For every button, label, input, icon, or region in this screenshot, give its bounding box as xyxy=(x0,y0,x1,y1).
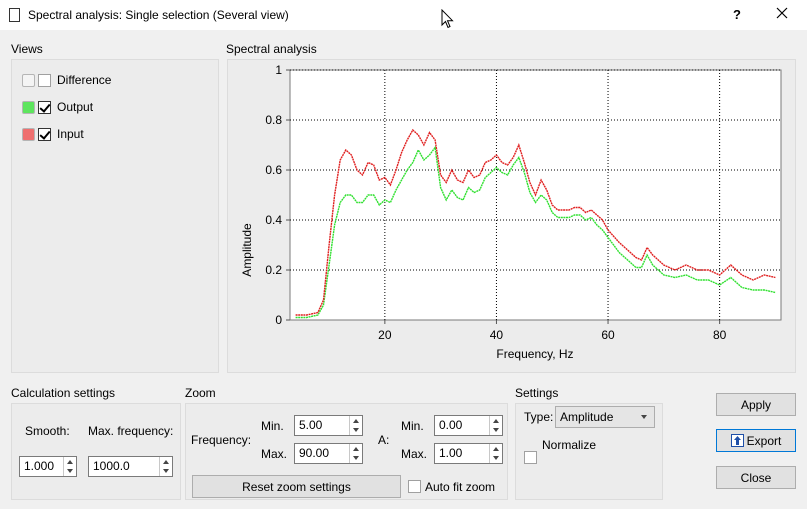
y-tick-label: 0.6 xyxy=(265,163,282,177)
view-item[interactable]: Input xyxy=(22,127,111,141)
a-min-label: Min. xyxy=(401,419,424,433)
export-icon xyxy=(730,434,744,447)
calculation-settings-panel xyxy=(11,403,181,500)
y-tick-label: 1 xyxy=(275,63,282,77)
y-tick-label: 0.2 xyxy=(265,263,282,277)
spin-down-icon[interactable] xyxy=(160,467,172,477)
frequency-label: Frequency: xyxy=(191,433,252,447)
spin-up-icon[interactable] xyxy=(350,444,362,454)
calculation-settings-label: Calculation settings xyxy=(11,386,116,400)
x-axis-label: Frequency, Hz xyxy=(496,347,573,361)
frequency-max-input[interactable]: 90.00 xyxy=(294,443,363,464)
a-min-input[interactable]: 0.00 xyxy=(434,415,503,436)
spin-down-icon[interactable] xyxy=(490,426,502,436)
spin-down-icon[interactable] xyxy=(490,454,502,464)
reset-zoom-button[interactable]: Reset zoom settings xyxy=(192,475,401,498)
a-max-input[interactable]: 1.00 xyxy=(434,443,503,464)
view-checkbox[interactable] xyxy=(38,100,51,114)
max-frequency-label: Max. frequency: xyxy=(88,424,174,438)
apply-button[interactable]: Apply xyxy=(716,393,796,416)
window-title: Spectral analysis: Single selection (Sev… xyxy=(28,8,289,22)
a-max-label: Max. xyxy=(401,447,428,461)
window-icon xyxy=(9,8,20,22)
type-select-value: Amplitude xyxy=(560,410,614,424)
zoom-label: Zoom xyxy=(185,386,216,400)
spin-up-icon[interactable] xyxy=(160,457,172,467)
view-item[interactable]: Difference xyxy=(22,73,111,87)
spin-down-icon[interactable] xyxy=(350,426,362,436)
y-tick-label: 0.4 xyxy=(265,213,282,227)
view-label: Difference xyxy=(57,73,112,87)
view-label: Input xyxy=(57,127,84,141)
close-button[interactable]: Close xyxy=(716,466,796,489)
view-color-swatch[interactable] xyxy=(22,127,35,141)
y-tick-label: 0.8 xyxy=(265,113,282,127)
spin-down-icon[interactable] xyxy=(64,467,76,477)
y-tick-label: 0 xyxy=(275,313,282,327)
mouse-cursor-icon xyxy=(441,8,455,29)
frequency-max-value: 90.00 xyxy=(299,446,330,460)
x-tick-label: 80 xyxy=(713,328,727,342)
view-label: Output xyxy=(57,100,94,114)
smooth-input[interactable]: 1.000 xyxy=(19,456,77,477)
a-min-value: 0.00 xyxy=(439,418,463,432)
spectral-analysis-label: Spectral analysis xyxy=(226,42,317,56)
close-window-button[interactable] xyxy=(770,5,794,25)
views-label: Views xyxy=(11,42,43,56)
chevron-down-icon xyxy=(641,415,647,419)
close-icon xyxy=(776,7,788,19)
spin-up-icon[interactable] xyxy=(490,444,502,454)
type-label: Type: xyxy=(524,410,554,424)
frequency-min-value: 5.00 xyxy=(299,418,323,432)
type-select[interactable]: Amplitude xyxy=(555,406,655,428)
frequency-min-input[interactable]: 5.00 xyxy=(294,415,363,436)
normalize-label: Normalize xyxy=(542,438,597,452)
normalize-checkbox[interactable] xyxy=(524,451,537,464)
x-tick-label: 40 xyxy=(490,328,504,342)
view-item[interactable]: Output xyxy=(22,100,111,114)
frequency-min-label: Min. xyxy=(261,419,284,433)
a-max-value: 1.00 xyxy=(439,446,463,460)
frequency-max-label: Max. xyxy=(261,447,288,461)
auto-fit-zoom-label: Auto fit zoom xyxy=(425,480,496,494)
x-tick-label: 20 xyxy=(378,328,392,342)
spin-up-icon[interactable] xyxy=(490,416,502,426)
view-color-swatch[interactable] xyxy=(22,73,35,87)
spectral-chart[interactable]: 0 0.2 0.4 0.6 0.8 1 20 40 60 80 Frequency, Hz Amp… xyxy=(227,59,796,373)
spin-up-icon[interactable] xyxy=(350,416,362,426)
spin-up-icon[interactable] xyxy=(64,457,76,467)
max-frequency-input[interactable]: 1000.0 xyxy=(88,456,173,477)
settings-label: Settings xyxy=(515,386,559,400)
help-button[interactable]: ? xyxy=(726,5,748,25)
amplitude-zoom-label: A: xyxy=(378,433,390,447)
smooth-value: 1.000 xyxy=(24,459,55,473)
y-axis-label: Amplitude xyxy=(240,223,254,277)
view-color-swatch[interactable] xyxy=(22,100,35,114)
export-button[interactable]: Export xyxy=(716,429,796,452)
auto-fit-zoom-checkbox[interactable] xyxy=(408,480,421,493)
max-frequency-value: 1000.0 xyxy=(93,459,130,473)
x-tick-label: 60 xyxy=(601,328,615,342)
view-checkbox[interactable] xyxy=(38,127,51,141)
view-checkbox[interactable] xyxy=(38,73,51,87)
smooth-label: Smooth: xyxy=(25,424,70,438)
export-label: Export xyxy=(746,433,782,448)
spin-down-icon[interactable] xyxy=(350,454,362,464)
views-list: Difference Output Input xyxy=(22,73,111,154)
